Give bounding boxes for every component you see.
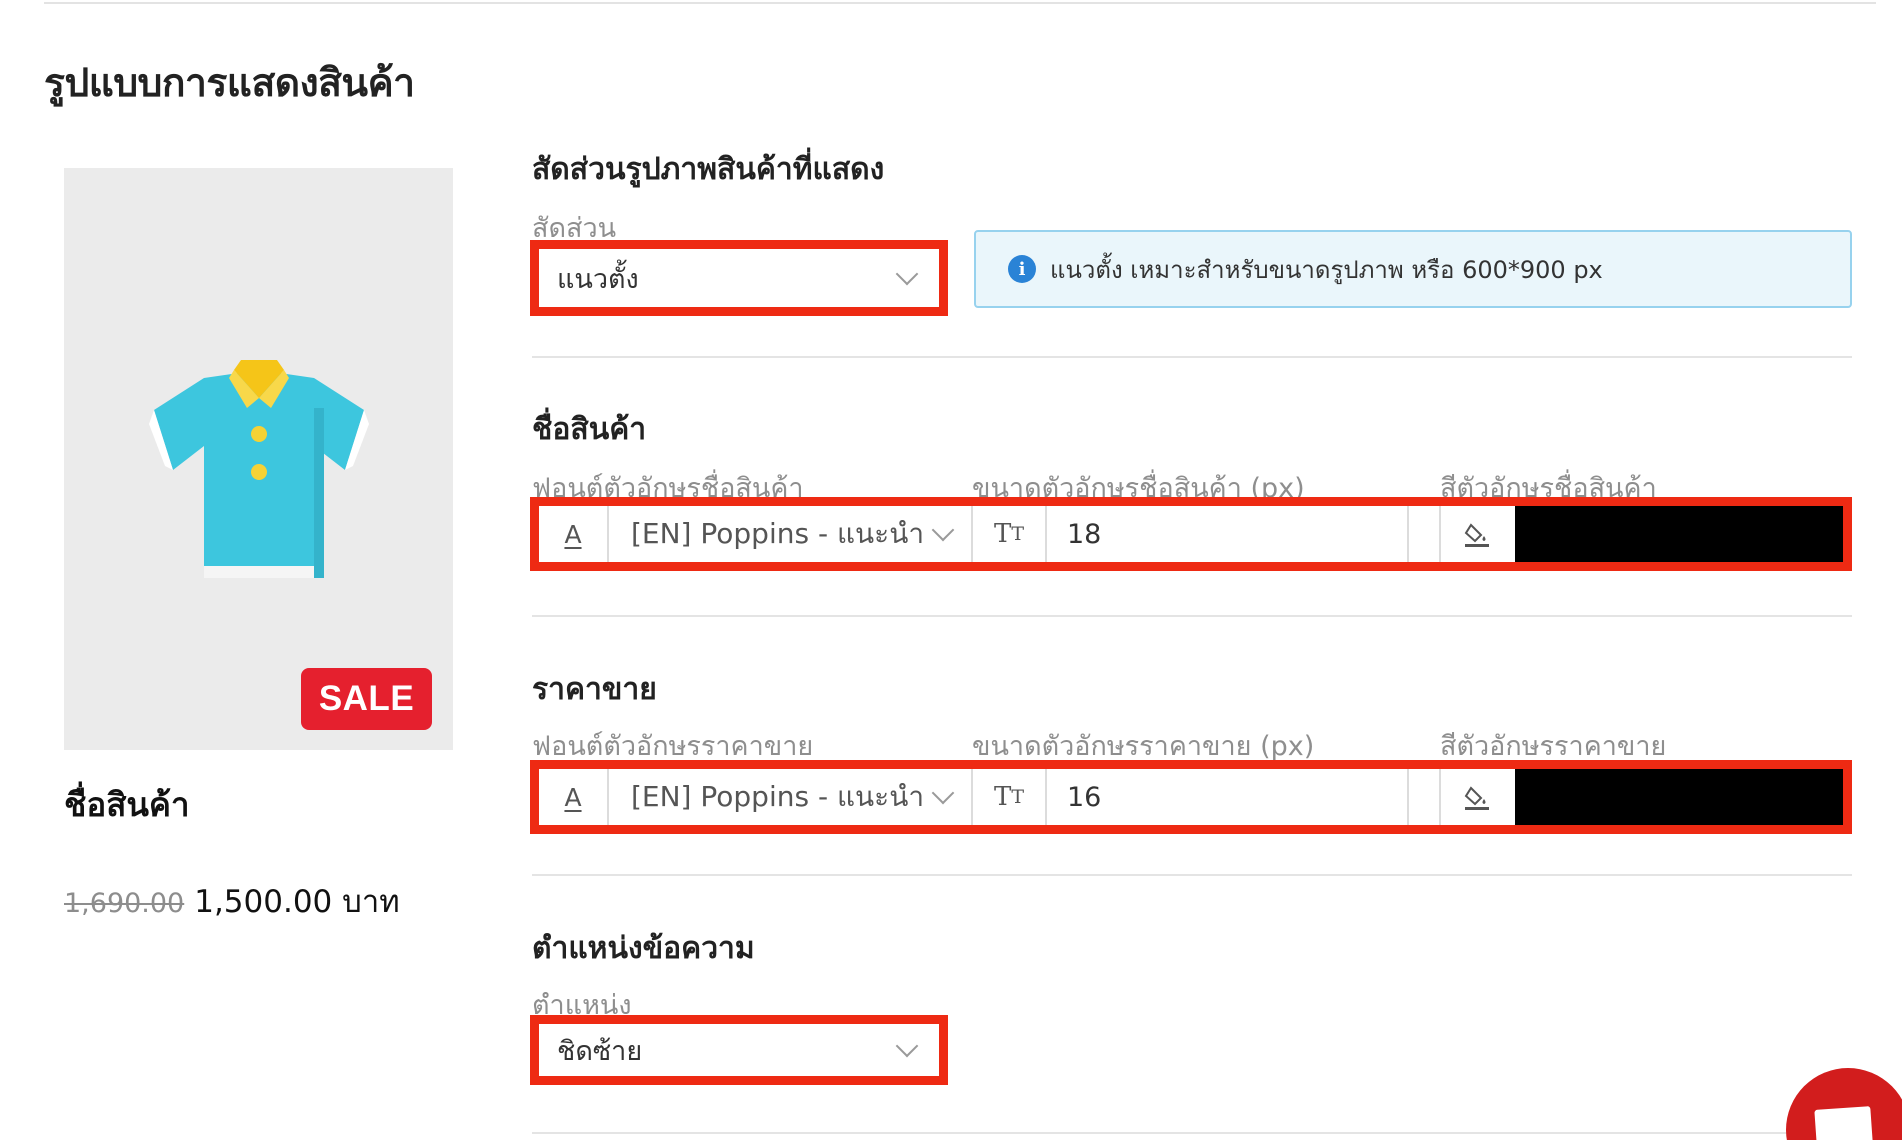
- section-divider: [532, 615, 1852, 617]
- ratio-info-box: i แนวตั้ง เหมาะสำหรับขนาดรูปภาพ หรือ 600…: [974, 230, 1852, 308]
- top-divider: [44, 2, 1876, 4]
- chat-button[interactable]: [1786, 1068, 1902, 1140]
- ratio-select[interactable]: แนวตั้ง: [530, 240, 948, 316]
- price-section-title: ราคาขาย: [532, 672, 657, 707]
- ratio-selected-value: แนวตั้ง: [557, 263, 639, 295]
- preview-product-name: ชื่อสินค้า: [64, 785, 190, 824]
- chevron-down-icon: [931, 518, 955, 542]
- ratio-info-text: แนวตั้ง เหมาะสำหรับขนาดรูปภาพ หรือ 600*9…: [1050, 255, 1603, 284]
- name-color-swatch[interactable]: [1515, 506, 1843, 562]
- price-font-value: [EN] Poppins - แนะนำ: [631, 780, 925, 813]
- price-size-input[interactable]: 16: [1047, 769, 1409, 825]
- position-section-title: ตำแหน่งข้อความ: [532, 931, 755, 966]
- name-section-title: ชื่อสินค้า: [532, 412, 647, 447]
- product-preview-image: SALE: [64, 168, 453, 750]
- section-divider: [532, 874, 1852, 876]
- sale-badge: SALE: [301, 668, 432, 730]
- page-title: รูปแบบการแสดงสินค้า: [44, 61, 415, 106]
- spacer: [1409, 769, 1441, 825]
- text-size-icon: TT: [973, 769, 1047, 825]
- name-size-input[interactable]: 18: [1047, 506, 1409, 562]
- paint-bucket-icon: [1441, 769, 1515, 825]
- ratio-section-title: สัดส่วนรูปภาพสินค้าที่แสดง: [532, 152, 885, 187]
- chat-icon: [1814, 1106, 1874, 1140]
- text-size-icon: TT: [973, 506, 1047, 562]
- name-style-controls: A [EN] Poppins - แนะนำ TT 18: [530, 497, 1852, 571]
- sale-price: 1,500.00 บาท: [194, 884, 400, 920]
- chevron-down-icon: [895, 262, 919, 286]
- font-icon: A: [539, 506, 609, 562]
- price-color-swatch[interactable]: [1515, 769, 1843, 825]
- preview-price: 1,690.00 1,500.00 บาท: [64, 876, 400, 926]
- price-font-select[interactable]: [EN] Poppins - แนะนำ: [609, 769, 973, 825]
- price-style-controls: A [EN] Poppins - แนะนำ TT 16: [530, 760, 1852, 834]
- position-selected-value: ชิดซ้าย: [557, 1035, 643, 1067]
- info-icon: i: [1008, 255, 1036, 283]
- section-divider: [532, 1132, 1852, 1134]
- name-font-select[interactable]: [EN] Poppins - แนะนำ: [609, 506, 973, 562]
- chevron-down-icon: [895, 1034, 919, 1058]
- font-icon: A: [539, 769, 609, 825]
- shirt-icon: [149, 360, 369, 578]
- spacer: [1409, 506, 1441, 562]
- name-font-value: [EN] Poppins - แนะนำ: [631, 517, 925, 550]
- chevron-down-icon: [931, 781, 955, 805]
- paint-bucket-icon: [1441, 506, 1515, 562]
- position-select[interactable]: ชิดซ้าย: [530, 1015, 948, 1085]
- old-price: 1,690.00: [64, 888, 185, 919]
- section-divider: [532, 356, 1852, 358]
